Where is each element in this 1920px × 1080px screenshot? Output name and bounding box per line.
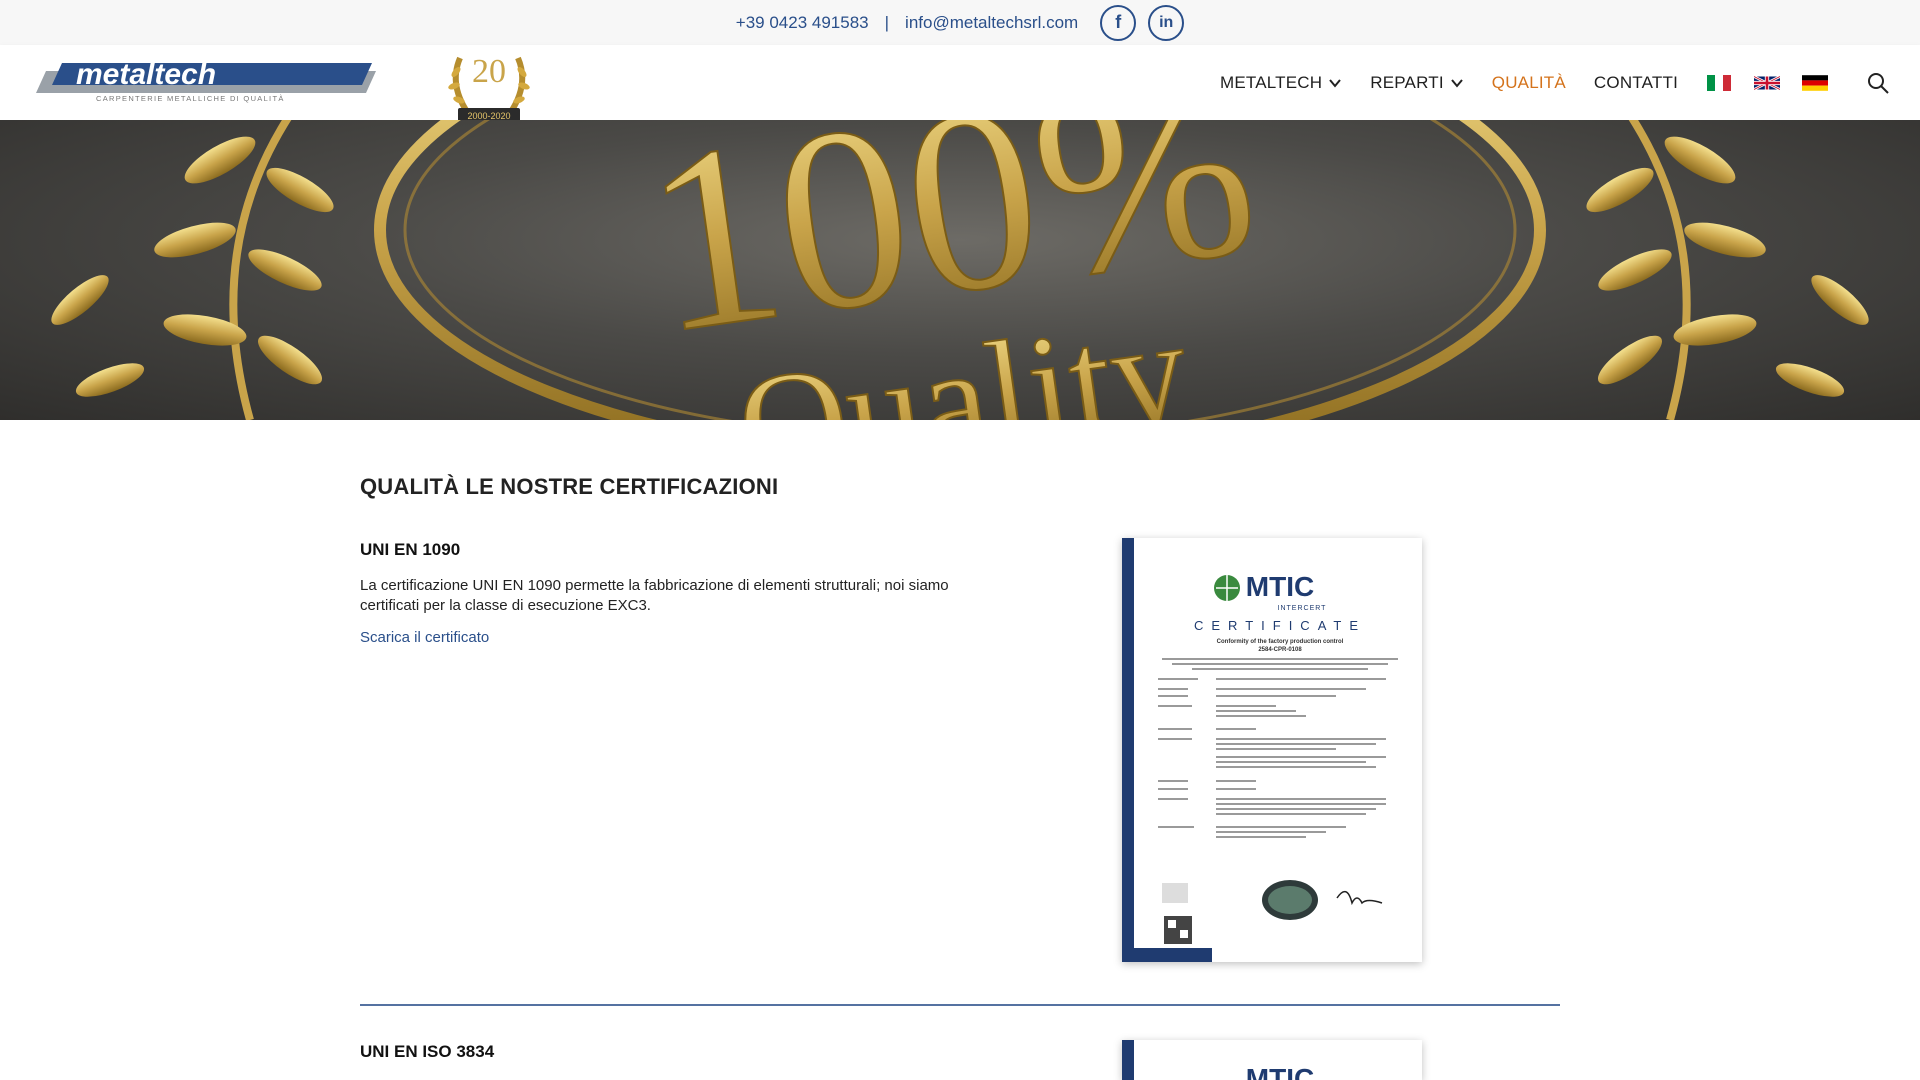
nav-item-metaltech[interactable]: METALTECH bbox=[1220, 73, 1342, 93]
linkedin-label: in bbox=[1159, 13, 1174, 31]
uk-flag-icon[interactable] bbox=[1754, 74, 1780, 91]
nav-label: REPARTI bbox=[1370, 72, 1444, 92]
certificate-image[interactable]: MTIC bbox=[1122, 1040, 1422, 1080]
cert-brand-sub: INTERCERT bbox=[1278, 605, 1327, 612]
cert-brand: MTIC bbox=[1246, 1063, 1314, 1080]
separator: | bbox=[884, 12, 890, 32]
phone-link[interactable]: +39 0423 491583 bbox=[736, 13, 869, 33]
linkedin-icon[interactable]: in bbox=[1148, 4, 1185, 41]
it-flag-icon[interactable] bbox=[1706, 74, 1732, 91]
badge-number: 20 bbox=[472, 53, 506, 90]
cert-title: UNI EN 1090 bbox=[360, 540, 461, 559]
cert-heading: CERTIFICATE bbox=[1194, 618, 1366, 633]
facebook-label: f bbox=[1115, 12, 1122, 32]
cert-description: La certificazione UNI EN 1090 permette l… bbox=[360, 577, 949, 614]
top-contact-bar: +39 0423 491583 | info@metaltechsrl.com … bbox=[0, 0, 1920, 45]
nav-item-reparti[interactable]: REPARTI bbox=[1370, 73, 1464, 93]
cert-subheading: Conformity of the factory production con… bbox=[1217, 639, 1344, 645]
nav-label: CONTATTI bbox=[1593, 72, 1678, 92]
main-nav: METALTECH REPARTI QUALITÀ CONTATTI bbox=[1220, 45, 1920, 120]
page-title: QUALITÀ LE NOSTRE CERTIFICAZIONI bbox=[360, 474, 779, 499]
logo-wordmark: metaltech bbox=[76, 59, 216, 91]
nav-item-qualita[interactable]: QUALITÀ bbox=[1492, 73, 1566, 93]
download-certificate-link[interactable]: Scarica il certificato bbox=[360, 629, 489, 646]
chevron-down-icon bbox=[1451, 78, 1463, 88]
nav-item-contatti[interactable]: CONTATTI bbox=[1594, 73, 1678, 93]
cert-number: 2584-CPR-0108 bbox=[1258, 647, 1302, 653]
de-flag-icon[interactable] bbox=[1802, 74, 1828, 91]
nav-label: QUALITÀ bbox=[1491, 72, 1566, 92]
cert-brand: MTIC bbox=[1246, 571, 1314, 602]
metaltech-logo[interactable]: metaltech CARPENTERIE METALLICHE DI QUAL… bbox=[36, 59, 378, 105]
chevron-down-icon bbox=[1329, 78, 1342, 88]
hero-banner: 100% Quality bbox=[0, 120, 1920, 420]
search-icon[interactable] bbox=[1866, 71, 1890, 95]
facebook-icon[interactable]: f bbox=[1100, 4, 1137, 41]
email-link[interactable]: info@metaltechsrl.com bbox=[905, 13, 1078, 33]
cert-title: UNI EN ISO 3834 bbox=[360, 1042, 495, 1061]
site-header: metaltech CARPENTERIE METALLICHE DI QUAL… bbox=[0, 45, 1920, 122]
section-divider bbox=[360, 1004, 1560, 1006]
nav-label: METALTECH bbox=[1220, 72, 1323, 92]
quality-seal-image: 100% Quality bbox=[51, 120, 1869, 420]
logo-tagline: CARPENTERIE METALLICHE DI QUALITÀ bbox=[96, 94, 285, 103]
certificate-image[interactable]: MTIC INTERCERT CERTIFICATE Conformity of… bbox=[1122, 538, 1422, 962]
